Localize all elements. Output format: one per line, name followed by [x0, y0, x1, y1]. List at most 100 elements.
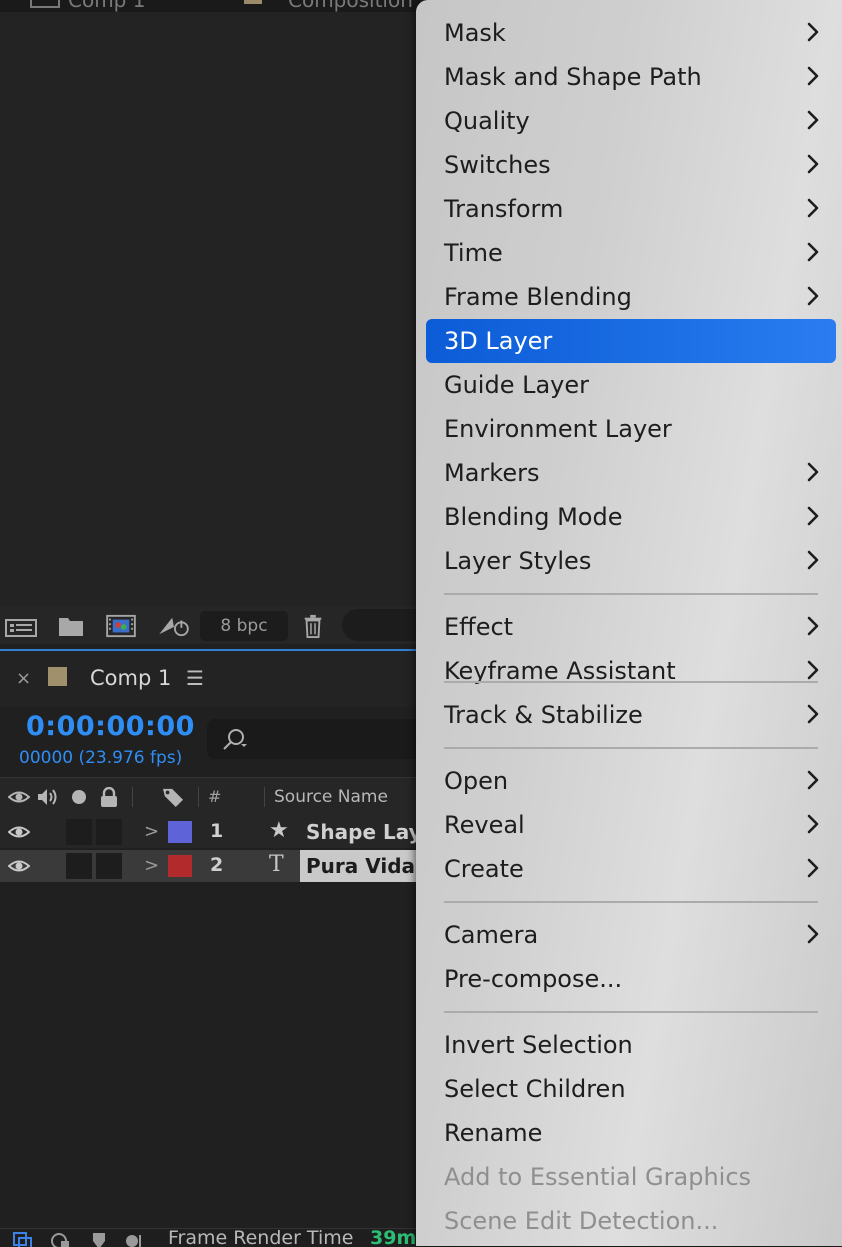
- layer-switches-icon[interactable]: [12, 1231, 34, 1247]
- menu-item-label: Scene Edit Detection...: [444, 1207, 719, 1235]
- submenu-arrow-icon: [806, 21, 820, 43]
- menu-item-invert-selection[interactable]: Invert Selection: [426, 1023, 836, 1067]
- composition-color-swatch: [48, 667, 67, 686]
- menu-item-camera[interactable]: Camera: [426, 913, 836, 957]
- solo-toggle[interactable]: [66, 819, 92, 845]
- in-out-icon[interactable]: [88, 1231, 110, 1247]
- menu-item-pre-compose[interactable]: Pre-compose...: [426, 957, 836, 1001]
- label-tag-icon[interactable]: [160, 787, 186, 807]
- expand-chevron-icon[interactable]: >: [144, 821, 159, 842]
- submenu-arrow-icon: [806, 659, 820, 681]
- submenu-arrow-icon: [806, 461, 820, 483]
- menu-item-layer-styles[interactable]: Layer Styles: [426, 539, 836, 583]
- submenu-arrow-icon: [806, 241, 820, 263]
- lock-icon[interactable]: [98, 786, 120, 807]
- menu-item-time[interactable]: Time: [426, 231, 836, 275]
- eye-icon[interactable]: [7, 787, 31, 807]
- visibility-eye-icon[interactable]: [7, 823, 31, 841]
- solo-toggle[interactable]: [66, 853, 92, 879]
- lock-toggle[interactable]: [96, 819, 122, 845]
- layer-row[interactable]: > 1 ★ Shape Layer 1: [0, 816, 420, 848]
- panel-menu-icon[interactable]: ☰: [186, 666, 204, 690]
- visibility-eye-icon[interactable]: [7, 857, 31, 875]
- composition-swatch-icon: [244, 0, 262, 4]
- lock-toggle[interactable]: [96, 853, 122, 879]
- frame-render-time-label: Frame Render Time: [168, 1228, 354, 1247]
- menu-item-create[interactable]: Create: [426, 847, 836, 891]
- layer-name[interactable]: Pura Vida: [300, 850, 420, 882]
- menu-item-label: Transform: [444, 195, 564, 223]
- submenu-arrow-icon: [806, 813, 820, 835]
- menu-item-label: Environment Layer: [444, 415, 672, 443]
- menu-separator: [444, 681, 818, 683]
- menu-item-label: Switches: [444, 151, 551, 179]
- menu-item-guide-layer[interactable]: Guide Layer: [426, 363, 836, 407]
- menu-item-effect[interactable]: Effect: [426, 605, 836, 649]
- menu-item-3d-layer[interactable]: 3D Layer: [426, 319, 836, 363]
- menu-item-label: Pre-compose...: [444, 965, 623, 993]
- submenu-arrow-icon: [806, 549, 820, 571]
- menu-item-mask-and-shape-path[interactable]: Mask and Shape Path: [426, 55, 836, 99]
- menu-item-label: Quality: [444, 107, 530, 135]
- menu-item-label: Camera: [444, 921, 539, 949]
- menu-item-rename[interactable]: Rename: [426, 1111, 836, 1155]
- menu-item-environment-layer[interactable]: Environment Layer: [426, 407, 836, 451]
- menu-item-select-children[interactable]: Select Children: [426, 1067, 836, 1111]
- composition-viewer[interactable]: [0, 12, 420, 606]
- menu-item-label: Reveal: [444, 811, 525, 839]
- layer-number: 2: [210, 854, 224, 876]
- expand-chevron-icon[interactable]: >: [144, 855, 159, 876]
- submenu-arrow-icon: [806, 197, 820, 219]
- menu-item-blending-mode[interactable]: Blending Mode: [426, 495, 836, 539]
- render-time-icon[interactable]: [124, 1231, 146, 1247]
- flowchart-icon[interactable]: [156, 614, 192, 638]
- close-tab-icon[interactable]: ×: [16, 668, 31, 689]
- menu-separator: [444, 747, 818, 749]
- column-divider: [264, 787, 265, 807]
- menu-item-mask[interactable]: Mask: [426, 11, 836, 55]
- layer-label-color[interactable]: [168, 855, 192, 877]
- menu-item-frame-blending[interactable]: Frame Blending: [426, 275, 836, 319]
- current-time-display[interactable]: 0:00:00:00: [26, 711, 195, 742]
- menu-item-track-and-stabilize[interactable]: Track & Stabilize: [426, 693, 836, 737]
- column-divider: [198, 787, 199, 807]
- menu-item-label: Rename: [444, 1119, 543, 1147]
- column-source-name-header[interactable]: Source Name: [274, 787, 388, 807]
- solo-icon[interactable]: [70, 787, 88, 807]
- submenu-arrow-icon: [806, 857, 820, 879]
- trash-icon[interactable]: [300, 614, 326, 638]
- tab-timeline-comp-1[interactable]: Comp 1: [90, 666, 171, 690]
- menu-item-label: Frame Blending: [444, 283, 632, 311]
- new-folder-icon[interactable]: [58, 614, 84, 638]
- speaker-icon[interactable]: [36, 787, 58, 807]
- submenu-arrow-icon: [806, 505, 820, 527]
- menu-item-add-to-essential-graphics: Add to Essential Graphics: [426, 1155, 836, 1199]
- layer-search-field[interactable]: [207, 719, 427, 759]
- layer-name[interactable]: Shape Layer 1: [300, 816, 420, 848]
- new-composition-icon[interactable]: [104, 614, 138, 638]
- composition-icon: [30, 0, 60, 8]
- layer-context-menu: Mask Mask and Shape Path Quality Switches Tr…: [416, 0, 842, 1246]
- transfer-controls-icon[interactable]: [50, 1231, 72, 1247]
- bit-depth-button[interactable]: 8 bpc: [200, 611, 288, 641]
- menu-item-label: Guide Layer: [444, 371, 590, 399]
- submenu-arrow-icon: [806, 109, 820, 131]
- layer-row[interactable]: > 2 T Pura Vida: [0, 850, 420, 882]
- menu-item-transform[interactable]: Transform: [426, 187, 836, 231]
- menu-item-markers[interactable]: Markers: [426, 451, 836, 495]
- menu-item-label: Select Children: [444, 1075, 626, 1103]
- layer-label-color[interactable]: [168, 821, 192, 843]
- menu-item-open[interactable]: Open: [426, 759, 836, 803]
- column-number-header[interactable]: #: [208, 787, 221, 806]
- menu-item-label: Open: [444, 767, 509, 795]
- tab-composition[interactable]: Composition: [288, 0, 413, 12]
- menu-item-switches[interactable]: Switches: [426, 143, 836, 187]
- menu-item-keyframe-assistant[interactable]: Keyframe Assistant: [426, 649, 836, 693]
- menu-item-label: Create: [444, 855, 524, 883]
- submenu-arrow-icon: [806, 923, 820, 945]
- menu-item-label: Track & Stabilize: [444, 701, 643, 729]
- interpret-footage-icon[interactable]: [4, 614, 38, 638]
- menu-item-reveal[interactable]: Reveal: [426, 803, 836, 847]
- menu-item-quality[interactable]: Quality: [426, 99, 836, 143]
- tab-comp-1[interactable]: Comp 1: [68, 0, 145, 12]
